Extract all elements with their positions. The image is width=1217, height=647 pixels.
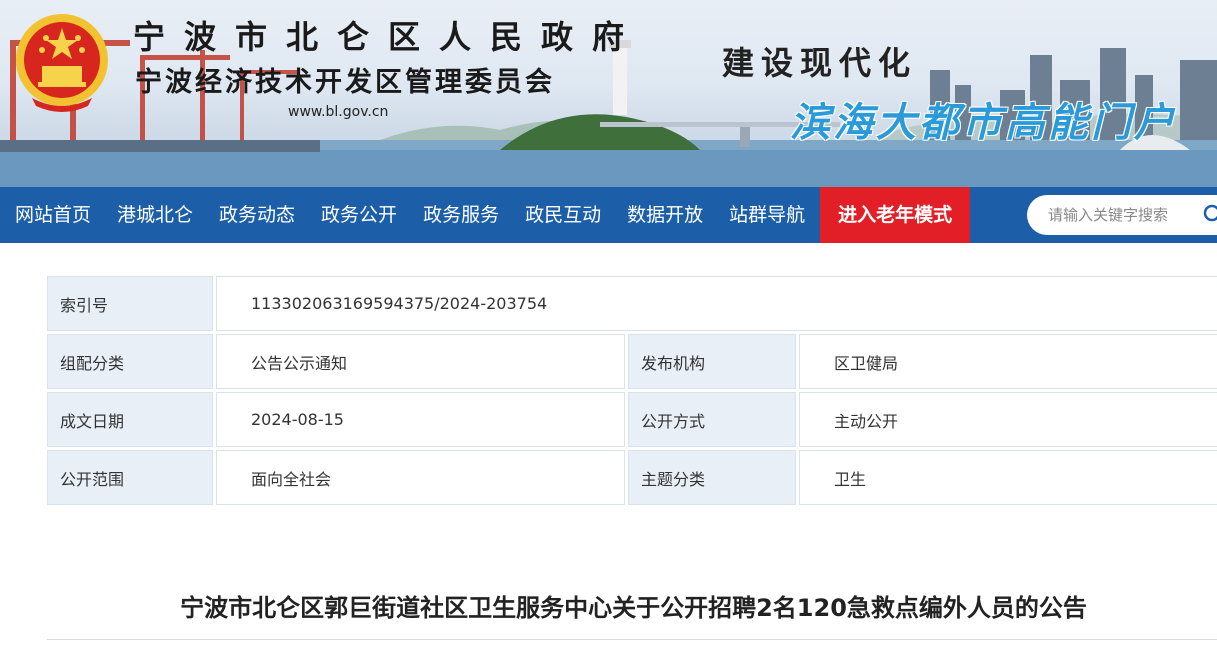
category-value: 公告公示通知 [216, 334, 625, 389]
publisher-value: 区卫健局 [799, 334, 1217, 389]
scope-value: 面向全社会 [216, 450, 625, 505]
slogan-line-2: 滨海大都市高能门户 [790, 99, 1177, 146]
title-divider [47, 639, 1217, 640]
publisher-label: 发布机构 [628, 334, 796, 389]
header-banner: 宁波市北仑区人民政府 宁波经济技术开发区管理委员会 www.bl.gov.cn … [0, 0, 1217, 187]
article-title: 宁波市北仑区郭巨街道社区卫生服务中心关于公开招聘2名120急救点编外人员的公告 [180, 594, 1087, 622]
index-value: 113302063169594375/2024-203754 [216, 276, 1217, 331]
open-method-value: 主动公开 [799, 392, 1217, 447]
nav-item-home[interactable]: 网站首页 [0, 187, 104, 243]
document-info-table: 索引号 113302063169594375/2024-203754 组配分类 … [44, 273, 1217, 508]
nav-item-news[interactable]: 政务动态 [206, 187, 308, 243]
nav-item-interaction[interactable]: 政民互动 [512, 187, 614, 243]
date-label: 成文日期 [47, 392, 213, 447]
nav-item-city[interactable]: 港城北仑 [104, 187, 206, 243]
government-subname: 宁波经济技术开发区管理委员会 [135, 67, 555, 98]
scope-label: 公开范围 [47, 450, 213, 505]
date-value: 2024-08-15 [216, 392, 625, 447]
nav-item-open-data[interactable]: 数据开放 [614, 187, 716, 243]
nav-item-services[interactable]: 政务服务 [410, 187, 512, 243]
nav-item-site-group[interactable]: 站群导航 [716, 187, 818, 243]
table-row: 组配分类 公告公示通知 发布机构 区卫健局 [47, 334, 1217, 389]
search-icon[interactable] [1203, 204, 1217, 226]
index-label: 索引号 [47, 276, 213, 331]
nav-item-disclosure[interactable]: 政务公开 [308, 187, 410, 243]
category-label: 组配分类 [47, 334, 213, 389]
search-box [1027, 195, 1217, 235]
government-name: 宁波市北仑区人民政府 [133, 18, 644, 56]
table-row: 公开范围 面向全社会 主题分类 卫生 [47, 450, 1217, 505]
slogan-line-1: 建设现代化 [722, 44, 918, 82]
main-nav: 网站首页 港城北仑 政务动态 政务公开 政务服务 政民互动 数据开放 站群导航 … [0, 187, 1217, 243]
table-row: 成文日期 2024-08-15 公开方式 主动公开 [47, 392, 1217, 447]
site-url: www.bl.gov.cn [288, 104, 389, 120]
topic-label: 主题分类 [628, 450, 796, 505]
search-input[interactable] [1048, 206, 1198, 224]
national-emblem-icon [16, 14, 108, 112]
table-row: 索引号 113302063169594375/2024-203754 [47, 276, 1217, 331]
topic-value: 卫生 [799, 450, 1217, 505]
open-method-label: 公开方式 [628, 392, 796, 447]
elder-mode-button[interactable]: 进入老年模式 [820, 187, 971, 243]
